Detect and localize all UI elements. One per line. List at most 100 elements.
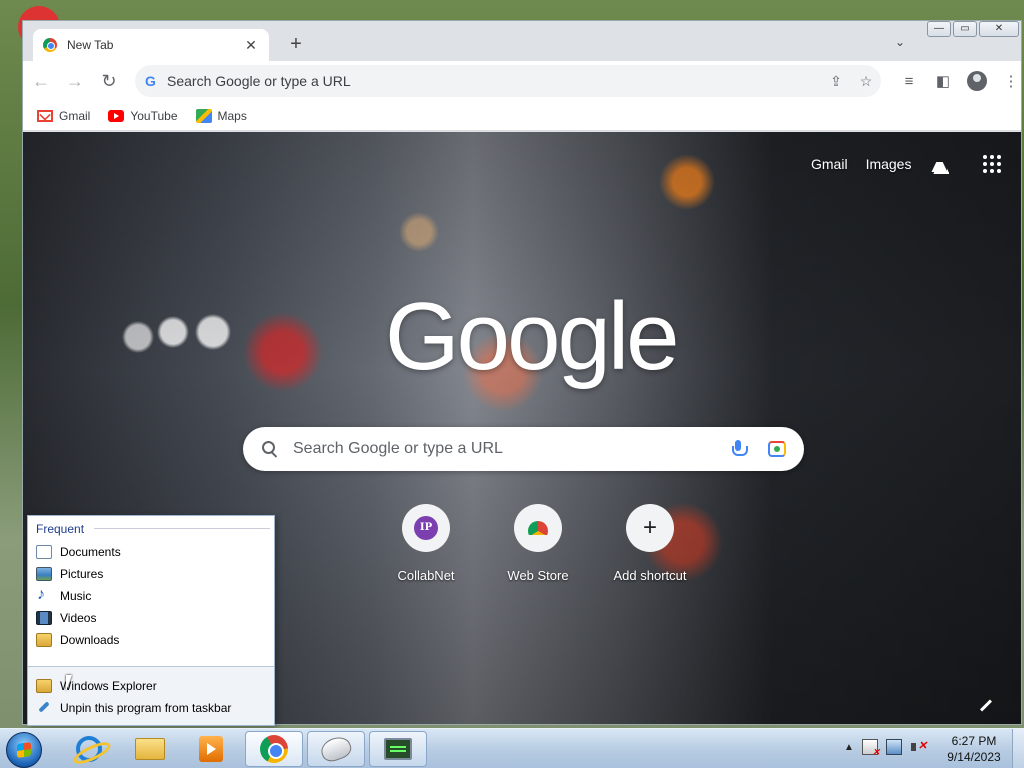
reload-icon[interactable]: ↻ [93,65,125,97]
explorer-icon [36,679,52,693]
shortcut-label: Web Store [507,568,569,583]
pictures-icon [36,567,52,581]
shortcut-collabnet[interactable]: IP CollabNet [378,504,474,583]
microphone-icon[interactable] [732,440,748,458]
new-tab-button[interactable]: + [285,33,307,55]
tab-search-chevron-icon[interactable]: ⌄ [895,35,905,49]
taskbar-terminal-app[interactable] [369,731,427,767]
minimize-button[interactable]: — [927,21,951,37]
windows-taskbar: ▲ 6:27 PM 9/14/2023 [0,728,1024,768]
network-icon[interactable] [885,739,902,755]
jumplist-item-documents[interactable]: Documents [36,542,121,562]
plus-icon: + [642,514,657,541]
jumplist-item-label: Downloads [60,633,120,647]
tab-new-tab[interactable]: New Tab ✕ [33,29,269,61]
tab-title: New Tab [67,38,114,52]
downloads-icon [36,633,52,647]
mouse-cursor-icon [66,675,78,691]
chrome-icon [260,735,288,763]
apps-grid-icon[interactable] [983,155,1002,173]
taskbar-chrome[interactable] [245,731,303,767]
shortcut-circle: IP [402,504,450,552]
google-lens-icon[interactable] [768,441,786,457]
documents-icon [36,545,52,559]
images-link[interactable]: Images [866,156,912,172]
mouse-app-icon [318,733,354,765]
jumplist-item-unpin[interactable]: Unpin this program from taskbar [36,698,231,718]
tab-close-icon[interactable]: ✕ [243,37,259,54]
back-arrow-icon[interactable]: ← [25,65,57,97]
collabnet-icon: IP [414,516,438,540]
profile-avatar-icon [967,71,987,91]
bookmarks-bar: Gmail YouTube Maps [23,101,1021,131]
jumplist-item-downloads[interactable]: Downloads [36,630,119,650]
taskbar-mouse-app[interactable] [307,731,365,767]
shortcut-web-store[interactable]: Web Store [490,504,586,583]
action-center-flag-icon[interactable] [861,739,880,758]
ntp-search-input[interactable]: Search Google or type a URL [293,440,732,458]
jumplist-header-divider [94,528,270,529]
omnibox[interactable]: G Search Google or type a URL ⇪ ☆ [135,65,881,97]
clock-date: 9/14/2023 [947,750,1001,764]
jumplist-item-windows-explorer[interactable]: Windows Explorer [36,676,157,696]
clock-time: 6:27 PM [951,734,997,748]
shortcut-circle: + [626,504,674,552]
jumplist-item-pictures[interactable]: Pictures [36,564,103,584]
shortcut-add[interactable]: + Add shortcut [602,504,698,583]
jumplist-item-label: Videos [60,611,97,625]
jumplist-item-label: Unpin this program from taskbar [60,701,232,715]
reading-list-icon[interactable]: ≡ [893,65,925,97]
bookmark-label: Maps [217,108,247,123]
taskbar-media-player[interactable] [182,731,240,767]
tab-strip: New Tab ✕ + ⌄ — ▭ ✕ [23,21,1021,61]
shortcut-label: CollabNet [397,568,455,583]
system-tray: ▲ [844,739,927,758]
unpin-icon [36,701,52,715]
shortcut-label: Add shortcut [613,568,687,583]
forward-arrow-icon[interactable]: → [59,65,91,97]
shortcut-tiles: IP CollabNet Web Store + Add shortcut [378,504,698,583]
toolbar-right-actions: ≡ ◧ ⋮ [891,65,1021,97]
internet-explorer-icon [76,736,102,762]
taskbar-clock[interactable]: 6:27 PM 9/14/2023 [942,733,1006,765]
omnibox-input[interactable]: Search Google or type a URL [167,73,821,89]
taskbar-internet-explorer[interactable] [60,731,118,767]
maximize-button[interactable]: ▭ [953,21,977,37]
ntp-search-box[interactable]: Search Google or type a URL [243,427,804,471]
volume-muted-icon[interactable] [910,739,927,755]
bookmark-gmail[interactable]: Gmail [37,109,90,123]
google-logo: Google [385,283,680,390]
bookmark-youtube[interactable]: YouTube [108,108,178,123]
chrome-favicon-icon [43,38,57,52]
jumplist-item-label: Documents [60,545,121,559]
labs-flask-icon[interactable] [929,154,949,174]
kebab-menu-icon[interactable]: ⋮ [995,65,1021,97]
profile-button[interactable] [961,65,993,97]
bookmark-star-icon[interactable]: ☆ [851,73,881,90]
ntp-top-links: Gmail Images [811,154,1002,174]
jumplist-item-music[interactable]: Music [36,586,91,606]
videos-icon [36,611,52,625]
taskbar-windows-explorer[interactable] [121,731,179,767]
jumplist-item-label: Pictures [60,567,104,581]
shortcut-circle [514,504,562,552]
show-hidden-icons-arrow-icon[interactable]: ▲ [844,742,854,753]
window-controls: — ▭ ✕ [927,21,1019,39]
close-window-button[interactable]: ✕ [979,21,1019,37]
browser-toolbar: ← → ↻ G Search Google or type a URL ⇪ ☆ … [23,61,1021,101]
terminal-icon [384,738,412,760]
side-panel-icon[interactable]: ◧ [927,65,959,97]
media-player-icon [199,736,223,762]
music-icon [36,586,52,604]
bookmark-maps[interactable]: Maps [195,108,247,123]
bookmark-label: Gmail [59,108,91,123]
share-icon[interactable]: ⇪ [821,73,851,90]
bookmark-label: YouTube [130,108,178,123]
gmail-link[interactable]: Gmail [811,156,848,172]
show-desktop-button[interactable] [1012,729,1024,768]
start-button[interactable] [6,732,42,768]
jumplist-item-videos[interactable]: Videos [36,608,96,628]
maps-icon [195,108,212,123]
youtube-icon [108,109,125,122]
web-store-icon [528,521,548,535]
